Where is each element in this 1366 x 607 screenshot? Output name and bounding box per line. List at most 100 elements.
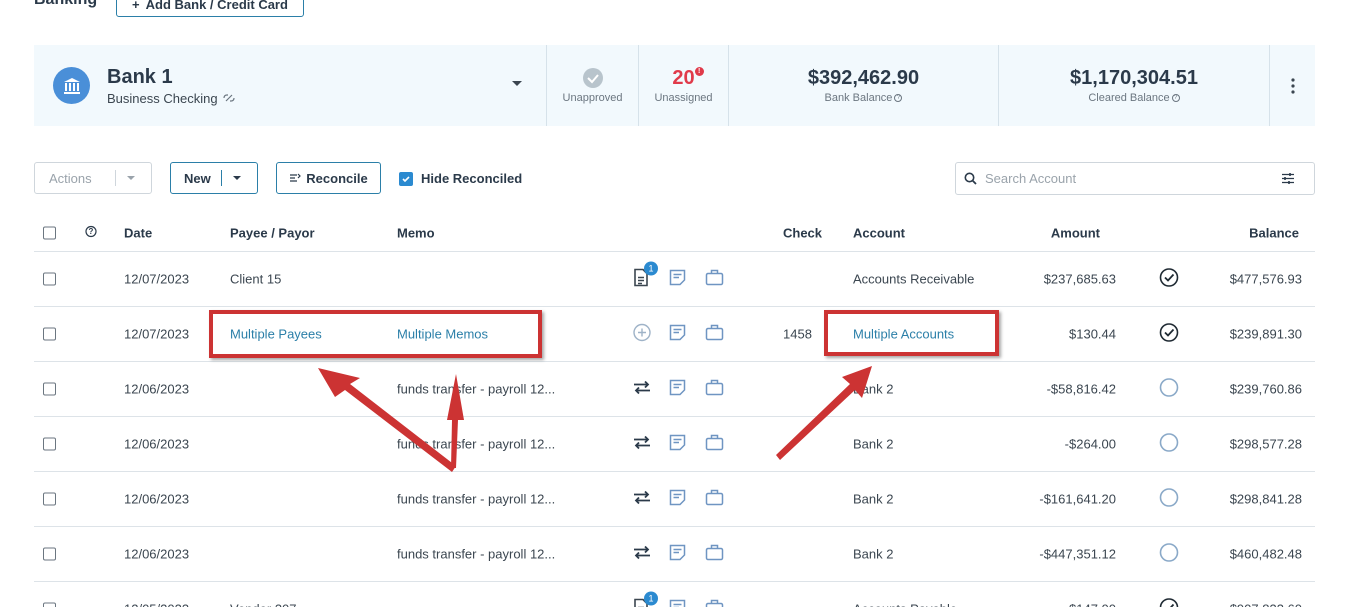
header-date[interactable]: Date [124,226,152,241]
chevron-down-icon[interactable] [233,176,241,180]
help-icon[interactable]: ? [894,94,903,102]
table-row[interactable]: 12/06/2023 funds transfer - payroll 12...… [34,472,1315,527]
bank-summary-card: Bank 1 Business Checking Unapproved 20 !… [34,45,1315,126]
annotation-box-payee-memo [209,310,542,358]
transactions-table: ? Date Payee / Payor Memo Check Account … [34,215,1315,607]
transfer-icon[interactable] [633,435,651,453]
row-amount: $130.44 [1069,326,1116,342]
row-amount: $237,685.63 [1043,271,1116,287]
briefcase-icon[interactable] [705,379,724,399]
svg-text:?: ? [89,227,94,236]
table-row[interactable]: 12/06/2023 funds transfer - payroll 12...… [34,362,1315,417]
bank-balance-label: Bank Balance [824,92,893,104]
row-amount: -$161,641.20 [1039,491,1116,507]
briefcase-icon[interactable] [705,434,724,454]
row-date: 12/05/2023 [124,602,189,607]
bank-type: Business Checking [107,90,218,106]
table-row[interactable]: 12/06/2023 funds transfer - payroll 12...… [34,527,1315,582]
attachment-count-badge: 1 [644,261,658,276]
row-memo: funds transfer - payroll 12... [397,491,556,507]
reconciled-check-icon[interactable] [1159,598,1179,607]
more-options-button[interactable] [1269,45,1315,126]
row-balance: $477,576.93 [1229,271,1302,287]
row-check: 1458 [783,326,812,342]
briefcase-icon[interactable] [705,489,724,509]
row-payee: Client 15 [230,271,282,287]
add-bank-button[interactable]: + Add Bank / Credit Card [116,0,304,17]
page-title: Banking [34,0,97,9]
table-row[interactable]: 12/07/2023 Client 15 1 Accounts Receivable $… [34,252,1315,307]
unapproved-label: Unapproved [562,92,623,104]
row-account: Accounts Payable [853,602,957,607]
note-icon[interactable] [669,599,686,607]
reconcile-icon [290,173,302,182]
briefcase-icon[interactable] [705,599,724,607]
checkbox-checked-icon[interactable] [399,171,413,186]
table-row[interactable]: 12/05/2023 Vendor 307 1 Accounts Payable -$1… [34,582,1315,607]
document-icon[interactable]: 1 [633,261,658,290]
chevron-down-icon[interactable] [512,81,522,86]
new-button[interactable]: New [170,162,258,194]
briefcase-icon[interactable] [705,324,724,344]
filter-settings-icon[interactable] [1281,172,1295,185]
note-icon[interactable] [669,489,686,509]
row-checkbox[interactable] [43,272,56,286]
unassigned-stat[interactable]: 20 ! Unassigned [638,45,728,126]
header-check[interactable]: Check [783,226,822,241]
row-checkbox[interactable] [43,492,56,506]
document-icon[interactable]: 1 [633,591,658,607]
row-balance: $460,482.48 [1229,546,1302,562]
bank-selector[interactable]: Bank 1 Business Checking [34,45,546,126]
row-checkbox[interactable] [43,382,56,396]
transfer-icon[interactable] [633,490,651,508]
note-icon[interactable] [669,324,686,344]
unassigned-label: Unassigned [654,92,713,104]
row-balance: $907,833.60 [1230,602,1302,607]
header-payee[interactable]: Payee / Payor [230,226,315,241]
actions-dropdown[interactable]: Actions [34,162,152,194]
row-checkbox[interactable] [43,602,56,607]
unapproved-stat[interactable]: Unapproved [546,45,638,126]
unreconciled-circle-icon[interactable] [1159,378,1179,401]
select-all-checkbox[interactable] [43,226,56,240]
row-checkbox[interactable] [43,437,56,451]
plus-circle-icon[interactable] [633,323,651,345]
cleared-balance-label: Cleared Balance [1088,92,1170,104]
plus-icon: + [132,0,140,12]
reconcile-button[interactable]: Reconcile [276,162,381,194]
search-input[interactable] [985,171,1275,186]
row-balance: $239,760.86 [1229,381,1302,397]
row-date: 12/07/2023 [124,271,190,287]
help-icon[interactable]: ? [1171,94,1180,102]
transfer-icon[interactable] [633,380,651,398]
briefcase-icon[interactable] [705,269,724,289]
unreconciled-circle-icon[interactable] [1159,543,1179,566]
hide-reconciled-toggle[interactable]: Hide Reconciled [399,171,522,186]
unreconciled-circle-icon[interactable] [1159,433,1179,456]
table-row[interactable]: 12/06/2023 funds transfer - payroll 12...… [34,417,1315,472]
unreconciled-circle-icon[interactable] [1159,488,1179,511]
row-date: 12/06/2023 [124,436,190,452]
note-icon[interactable] [669,434,686,454]
add-bank-label: Add Bank / Credit Card [145,0,288,12]
transfer-icon[interactable] [633,545,651,563]
header-amount[interactable]: Amount [1051,226,1100,241]
row-checkbox[interactable] [43,547,56,561]
row-checkbox[interactable] [43,327,56,341]
header-balance[interactable]: Balance [1249,226,1299,241]
row-account: Bank 2 [853,436,894,452]
help-icon[interactable]: ? [85,225,97,241]
briefcase-icon[interactable] [705,544,724,564]
reconciled-check-icon[interactable] [1159,323,1179,346]
reconciled-check-icon[interactable] [1159,268,1179,291]
search-box[interactable] [955,162,1315,195]
header-memo[interactable]: Memo [397,226,435,241]
row-balance: $298,577.28 [1229,436,1302,452]
header-account[interactable]: Account [853,226,905,241]
note-icon[interactable] [669,544,686,564]
note-icon[interactable] [669,269,686,289]
kebab-menu-icon [1290,77,1295,94]
row-amount: -$147.00 [1065,602,1116,607]
note-icon[interactable] [669,379,686,399]
row-memo: funds transfer - payroll 12... [397,546,556,562]
